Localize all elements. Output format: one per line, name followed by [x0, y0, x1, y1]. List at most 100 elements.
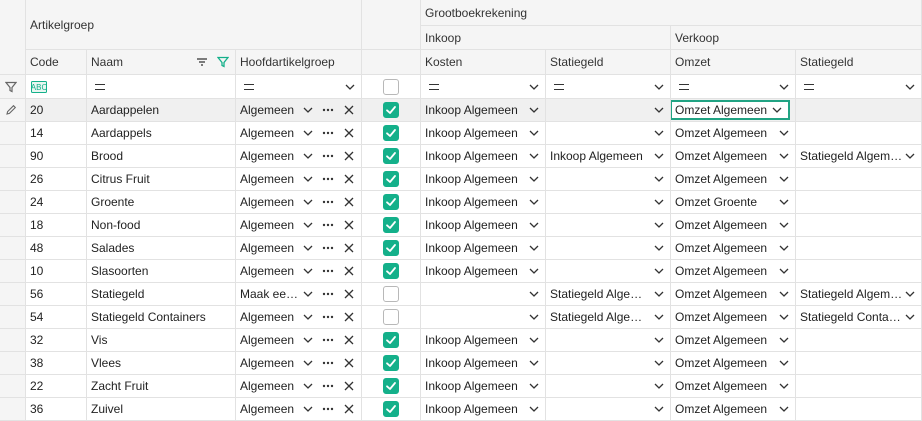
row-13-kost-cell[interactable]: Inkoop Algemeen [421, 398, 546, 421]
clear-x-icon[interactable] [340, 355, 358, 371]
clear-x-icon[interactable] [340, 171, 358, 187]
ellipsis-more-icon[interactable] [319, 102, 337, 118]
row-0-hoofd-cell[interactable]: Algemeen [236, 99, 362, 122]
ellipsis-more-icon[interactable] [319, 148, 337, 164]
filter-cell-hoofd[interactable] [236, 75, 362, 99]
operator-dropdown-chevron-icon[interactable] [527, 80, 541, 94]
statiegeld_in-dropdown-chevron-icon[interactable] [652, 310, 666, 324]
filter-cell-code[interactable]: ABC [26, 75, 87, 99]
hoofdgroep-dropdown-chevron-icon[interactable] [301, 379, 315, 393]
omzet-dropdown-chevron-icon[interactable] [777, 264, 791, 278]
row-11-hoofd-cell[interactable]: Algemeen [236, 352, 362, 375]
row-13-kort-cell[interactable] [362, 398, 421, 421]
statiegeld_in-dropdown-chevron-icon[interactable] [652, 241, 666, 255]
row-8-sout-cell[interactable]: Statiegeld Algemeen [796, 283, 922, 306]
korting-checkbox[interactable] [383, 194, 399, 210]
funnel-filter-active-icon[interactable] [214, 54, 232, 70]
statiegeld_in-dropdown-chevron-icon[interactable] [652, 402, 666, 416]
clear-x-icon[interactable] [340, 378, 358, 394]
korting-checkbox[interactable] [383, 263, 399, 279]
korting-checkbox[interactable] [383, 125, 399, 141]
row-0-omz-cell[interactable]: Omzet Algemeen [671, 99, 796, 122]
filter-cell-kort[interactable] [362, 75, 421, 99]
row-8-hoofd-cell[interactable]: Maak een... [236, 283, 362, 306]
row-10-kost-cell[interactable]: Inkoop Algemeen [421, 329, 546, 352]
statiegeld_in-dropdown-chevron-icon[interactable] [652, 356, 666, 370]
ellipsis-more-icon[interactable] [319, 240, 337, 256]
row-4-kost-cell[interactable]: Inkoop Algemeen [421, 191, 546, 214]
row-3-omz-cell[interactable]: Omzet Algemeen [671, 168, 796, 191]
row-5-omz-cell[interactable]: Omzet Algemeen [671, 214, 796, 237]
row-10-omz-cell[interactable]: Omzet Algemeen [671, 329, 796, 352]
row-9-kort-cell[interactable] [362, 306, 421, 329]
abc-filter-icon[interactable]: ABC [30, 79, 48, 95]
row-11-sin-cell[interactable] [546, 352, 671, 375]
row-6-hoofd-cell[interactable]: Algemeen [236, 237, 362, 260]
filter-cell-kost[interactable] [421, 75, 546, 99]
row-12-kost-cell[interactable]: Inkoop Algemeen [421, 375, 546, 398]
clear-x-icon[interactable] [340, 332, 358, 348]
row-12-kort-cell[interactable] [362, 375, 421, 398]
kosten-dropdown-chevron-icon[interactable] [527, 287, 541, 301]
row-10-sout-cell[interactable] [796, 329, 922, 352]
statiegeld_uit-dropdown-chevron-icon[interactable] [903, 149, 917, 163]
omzet-dropdown-chevron-icon[interactable] [777, 379, 791, 393]
row-1-kost-cell[interactable]: Inkoop Algemeen [421, 122, 546, 145]
clear-x-icon[interactable] [340, 194, 358, 210]
korting-checkbox[interactable] [383, 171, 399, 187]
korting-checkbox[interactable] [383, 401, 399, 417]
filter-cell-omz[interactable] [671, 75, 796, 99]
filter-cell-sout[interactable] [796, 75, 922, 99]
row-6-kost-cell[interactable]: Inkoop Algemeen [421, 237, 546, 260]
row-3-hoofd-cell[interactable]: Algemeen [236, 168, 362, 191]
row-4-sout-cell[interactable] [796, 191, 922, 214]
row-10-sin-cell[interactable] [546, 329, 671, 352]
row-0-kort-cell[interactable] [362, 99, 421, 122]
filter-cell-sin[interactable] [546, 75, 671, 99]
clear-x-icon[interactable] [340, 148, 358, 164]
row-7-sout-cell[interactable] [796, 260, 922, 283]
ellipsis-more-icon[interactable] [319, 401, 337, 417]
row-9-kost-cell[interactable] [421, 306, 546, 329]
omzet-dropdown-chevron-icon[interactable] [770, 103, 784, 117]
row-11-sout-cell[interactable] [796, 352, 922, 375]
column-header-kort[interactable]: Korting? [362, 50, 421, 75]
omzet-dropdown-chevron-icon[interactable] [777, 218, 791, 232]
omzet-dropdown-chevron-icon[interactable] [777, 402, 791, 416]
column-header-naam[interactable]: Naam [87, 50, 236, 75]
row-1-hoofd-cell[interactable]: Algemeen [236, 122, 362, 145]
row-5-kort-cell[interactable] [362, 214, 421, 237]
row-12-sout-cell[interactable] [796, 375, 922, 398]
row-2-sout-cell[interactable]: Statiegeld Algemeen [796, 145, 922, 168]
ellipsis-more-icon[interactable] [319, 263, 337, 279]
row-4-hoofd-cell[interactable]: Algemeen [236, 191, 362, 214]
row-0-sout-cell[interactable] [796, 99, 922, 122]
row-12-sin-cell[interactable] [546, 375, 671, 398]
omzet-dropdown-chevron-icon[interactable] [777, 241, 791, 255]
omzet-dropdown-chevron-icon[interactable] [777, 126, 791, 140]
row-2-kost-cell[interactable]: Inkoop Algemeen [421, 145, 546, 168]
hoofdgroep-dropdown-chevron-icon[interactable] [301, 333, 315, 347]
hoofdgroep-dropdown-chevron-icon[interactable] [301, 356, 315, 370]
hoofdgroep-dropdown-chevron-icon[interactable] [301, 195, 315, 209]
korting-checkbox[interactable] [383, 332, 399, 348]
clear-x-icon[interactable] [340, 401, 358, 417]
statiegeld_in-dropdown-chevron-icon[interactable] [652, 264, 666, 278]
korting-filter-checkbox[interactable] [383, 78, 399, 95]
column-header-kost[interactable]: Kosten [421, 50, 546, 75]
row-2-hoofd-cell[interactable]: Algemeen [236, 145, 362, 168]
ellipsis-more-icon[interactable] [319, 217, 337, 233]
row-3-kost-cell[interactable]: Inkoop Algemeen [421, 168, 546, 191]
row-1-kort-cell[interactable] [362, 122, 421, 145]
funnel-icon[interactable] [2, 79, 20, 95]
row-4-omz-cell[interactable]: Omzet Groente [671, 191, 796, 214]
row-13-sout-cell[interactable] [796, 398, 922, 421]
statiegeld_uit-dropdown-chevron-icon[interactable] [903, 310, 917, 324]
row-7-omz-cell[interactable]: Omzet Algemeen [671, 260, 796, 283]
row-9-hoofd-cell[interactable]: Algemeen [236, 306, 362, 329]
column-header-hoofd[interactable]: Hoofdartikelgroep [236, 50, 362, 75]
row-3-sin-cell[interactable] [546, 168, 671, 191]
korting-checkbox[interactable] [383, 240, 399, 256]
statiegeld_in-dropdown-chevron-icon[interactable] [652, 379, 666, 393]
ellipsis-more-icon[interactable] [319, 378, 337, 394]
